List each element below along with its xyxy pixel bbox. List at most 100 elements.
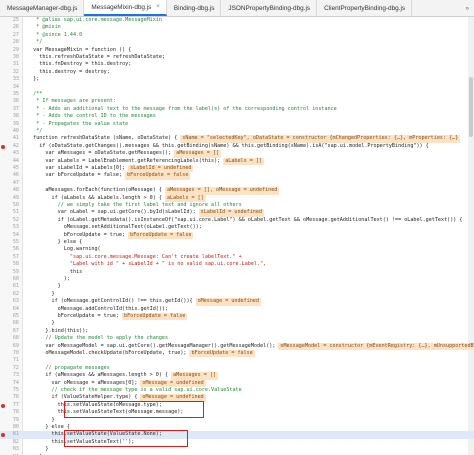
line-number[interactable]: 69 [0,343,19,350]
line-number[interactable]: 35 [0,91,19,98]
line-number[interactable]: 55 [0,239,19,246]
line-number[interactable]: 41 [0,135,19,142]
line-number[interactable]: 71 [0,357,19,364]
code-line[interactable]: 27 * @since 1.44.0 [0,32,474,39]
code-line[interactable]: 74 var oMessage = aMessages[0]; oMessage … [0,379,474,387]
line-number[interactable]: 48 [0,187,19,194]
editor-tab[interactable]: JSONPropertyBinding-dbg.js [221,0,318,16]
line-number[interactable]: 49 [0,195,19,202]
line-number[interactable]: 83 [0,446,19,453]
line-number[interactable]: 64 [0,306,19,313]
line-number[interactable]: 67 [0,328,19,335]
line-number[interactable]: 80 [0,424,19,431]
more-tabs-icon[interactable]: » [460,0,474,16]
line-number[interactable]: 72 [0,365,19,372]
line-number[interactable]: 29 [0,47,19,54]
line-number[interactable]: 43 [0,150,19,157]
line-number[interactable]: 82 [0,439,19,446]
code-line[interactable]: 30 this.refreshDataState = refreshDataSt… [0,54,474,61]
code-line[interactable]: 56 Log.warning( [0,246,474,253]
breakpoint-icon[interactable] [1,144,5,149]
code-line[interactable]: 36 * If messages are present: [0,98,474,105]
line-number[interactable]: 34 [0,84,19,91]
line-number[interactable]: 37 [0,106,19,113]
code-line[interactable]: 66 } [0,320,474,327]
line-number[interactable]: 59 [0,269,19,276]
code-line[interactable]: 54 bForceUpdate = true; bForceUpdate = fa… [0,231,474,239]
code-line[interactable]: 69 var oMessageModel = sap.ui.getCore().… [0,342,474,350]
code-line[interactable]: 46 var bForceUpdate = false; bForceUpdate… [0,172,474,180]
line-number[interactable]: 54 [0,232,19,239]
code-line[interactable]: 49 if (aLabels && aLabels.length > 0) {a… [0,194,474,202]
code-line[interactable]: 67 }.bind(this)); [0,328,474,335]
code-line[interactable]: 32 this.destroy = destroy; [0,69,474,76]
line-number[interactable]: 53 [0,224,19,231]
code-line[interactable]: 40 */ [0,128,474,135]
code-line[interactable]: 42 if (oDataState.getChanges().messages … [0,143,474,150]
line-number[interactable]: 26 [0,24,19,31]
line-number[interactable]: 32 [0,69,19,76]
line-number[interactable]: 68 [0,335,19,342]
code-line[interactable]: 65 bForceUpdate = true; bForceUpdate = fa… [0,313,474,321]
editor-tab[interactable]: Binding-dbg.js [167,0,222,16]
line-number[interactable]: 39 [0,121,19,128]
line-number[interactable]: 27 [0,32,19,39]
code-line[interactable]: 75 // check if the message type is a val… [0,387,474,394]
line-number[interactable]: 79 [0,417,19,424]
line-number[interactable]: 57 [0,254,19,261]
line-number[interactable]: 44 [0,158,19,165]
editor-tab[interactable]: ClientPropertyBinding-dbg.js [317,0,413,16]
line-number[interactable]: 30 [0,54,19,61]
close-tab-icon[interactable]: × [156,4,160,10]
code-line[interactable]: 63 if (oMessage.getControlId() !== this.… [0,298,474,306]
code-line[interactable]: 26 * @mixin [0,24,474,31]
code-line[interactable]: 29 var MessageMixin = function () { [0,47,474,54]
code-line[interactable]: 38 * - Adds the control ID to the messag… [0,113,474,120]
code-line[interactable]: 55 } else { [0,239,474,246]
code-line[interactable]: 68 // Update the model to apply the chan… [0,335,474,342]
code-line[interactable]: 83 } [0,446,474,453]
line-number[interactable]: 47 [0,180,19,187]
code-line[interactable]: 51 var oLabel = sap.ui.getCore().byId(sL… [0,209,474,217]
code-line[interactable]: 58 "Label with id " + sLabelId + " is no… [0,261,474,268]
code-line[interactable]: 43 var aMessages = oDataState.getMessage… [0,150,474,158]
code-line[interactable]: 44 var aLabels = LabelEnablement.getRefe… [0,157,474,165]
line-number[interactable]: 51 [0,209,19,216]
code-line[interactable]: 25 * @alias sap.ui.core.message.MessageM… [0,17,474,24]
code-line[interactable]: 73 if (aMessages && aMessages.length > 0… [0,372,474,380]
line-number[interactable]: 73 [0,372,19,379]
code-line[interactable]: 72 // propagate messages [0,365,474,372]
line-number[interactable]: 63 [0,298,19,305]
line-number[interactable]: 60 [0,276,19,283]
code-line[interactable]: 52 if (oLabel.getMetadata().isInstanceOf… [0,217,474,224]
line-number[interactable]: 46 [0,172,19,179]
line-number[interactable]: 40 [0,128,19,135]
line-number[interactable]: 56 [0,246,19,253]
line-number[interactable]: 38 [0,113,19,120]
line-number[interactable]: 58 [0,261,19,268]
breakpoint-icon[interactable] [1,403,5,408]
line-number[interactable]: 28 [0,39,19,46]
code-line[interactable]: 39 * - Propagates the value state [0,121,474,128]
editor-tab[interactable]: MessageManager-dbg.js [0,0,85,16]
line-number[interactable]: 50 [0,202,19,209]
code-line[interactable]: 62 } [0,291,474,298]
code-line[interactable]: 37 * - Adds an additional text to the me… [0,106,474,113]
code-line[interactable]: 71 [0,357,474,364]
line-number[interactable]: 62 [0,291,19,298]
line-number[interactable]: 33 [0,76,19,83]
line-number[interactable]: 36 [0,98,19,105]
code-line[interactable]: 47 [0,180,474,187]
line-number[interactable]: 65 [0,313,19,320]
line-number[interactable]: 61 [0,283,19,290]
code-line[interactable]: 79 } [0,417,474,424]
editor-tab[interactable]: MessageMixin-dbg.js × [84,0,167,16]
line-number[interactable]: 25 [0,17,19,24]
line-number[interactable]: 52 [0,217,19,224]
code-line[interactable]: 31 this.fnDestroy = this.destroy; [0,61,474,68]
code-line[interactable]: 61 } [0,283,474,290]
line-number[interactable]: 70 [0,350,19,357]
line-number[interactable]: 76 [0,394,19,401]
line-number[interactable]: 45 [0,165,19,172]
source-editor[interactable]: 25 * @alias sap.ui.core.message.MessageM… [0,17,474,455]
